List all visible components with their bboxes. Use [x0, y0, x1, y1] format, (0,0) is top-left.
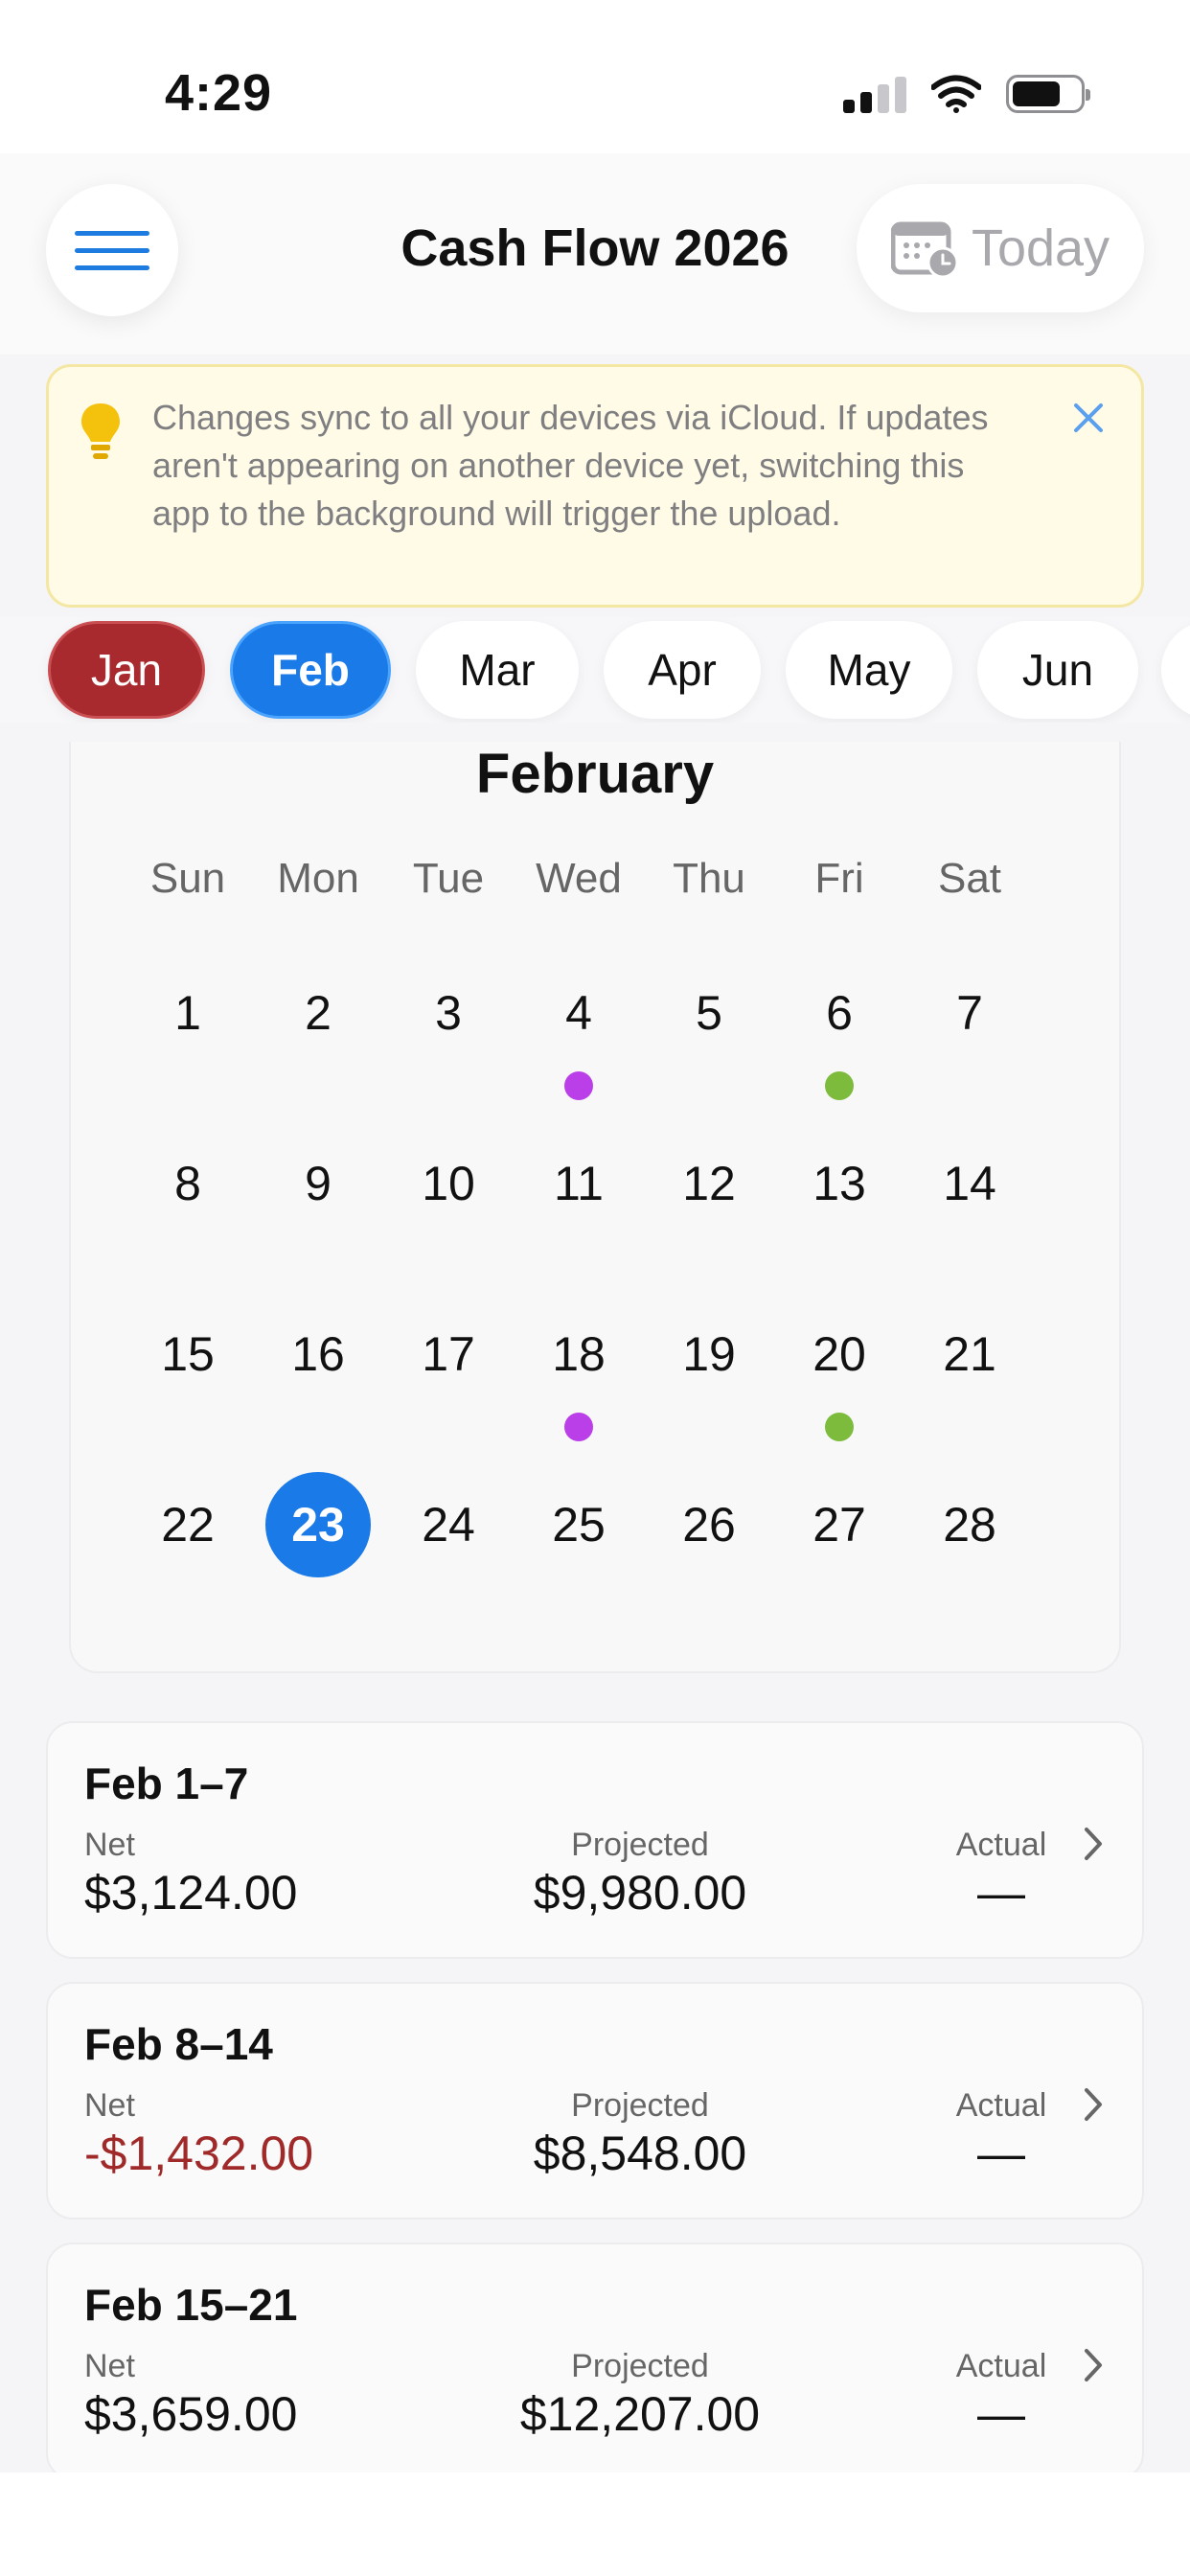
- sync-info-banner: Changes sync to all your devices via iCl…: [46, 364, 1144, 608]
- week-summary-card[interactable]: Feb 1–7 Net $3,124.00 Projected $9,980.00 Act…: [46, 1721, 1144, 1959]
- actual-value: —: [977, 2127, 1025, 2180]
- calendar-day[interactable]: 5: [652, 960, 767, 1066]
- event-dot-icon: [564, 1413, 593, 1441]
- calendar-day[interactable]: 26: [652, 1472, 767, 1577]
- wifi-icon: [931, 75, 981, 113]
- event-dot-icon: [825, 1071, 854, 1100]
- calendar-day[interactable]: 1: [130, 960, 245, 1066]
- calendar-day[interactable]: 2: [261, 960, 376, 1066]
- actual-label: Actual: [955, 2087, 1047, 2124]
- calendar-day[interactable]: 17: [391, 1301, 506, 1407]
- calendar-day-today[interactable]: 23: [265, 1472, 371, 1577]
- weekday-label: Sat: [937, 855, 1002, 902]
- actual-value: —: [977, 2387, 1025, 2441]
- event-dot-icon: [825, 1413, 854, 1441]
- net-value: -$1,432.00: [84, 2127, 314, 2180]
- week-summary-card[interactable]: Feb 8–14 Net -$1,432.00 Projected $8,548.00 A…: [46, 1982, 1144, 2220]
- chevron-right-icon: [1085, 2349, 1102, 2381]
- actual-label: Actual: [955, 1827, 1047, 1863]
- net-label: Net: [84, 2348, 135, 2384]
- month-pill-jan[interactable]: Jan: [48, 621, 205, 719]
- battery-icon: [1006, 75, 1090, 113]
- projected-value: $9,980.00: [533, 1866, 747, 1920]
- calendar-day[interactable]: 10: [391, 1131, 506, 1236]
- banner-text: Changes sync to all your devices via iCl…: [152, 398, 989, 533]
- projected-value: $8,548.00: [533, 2127, 747, 2180]
- event-dot-icon: [564, 1071, 593, 1100]
- weekday-label: Wed: [536, 855, 622, 902]
- net-value: $3,124.00: [84, 1866, 298, 1920]
- week-title: Feb 15–21: [84, 2280, 298, 2330]
- net-label: Net: [84, 2087, 135, 2124]
- actual-label: Actual: [955, 2348, 1047, 2384]
- status-time: 4:29: [165, 64, 273, 122]
- bottom-safe-area: [0, 2472, 1190, 2576]
- calendar-day[interactable]: 6: [782, 960, 897, 1066]
- calendar-day[interactable]: 13: [782, 1131, 897, 1236]
- lightbulb-icon: [81, 403, 120, 459]
- calendar-clock-icon: [890, 221, 958, 278]
- calendar-day[interactable]: 3: [391, 960, 506, 1066]
- header: Cash Flow 2026 Today: [0, 153, 1190, 355]
- cellular-signal-icon: [843, 75, 906, 113]
- calendar-day[interactable]: 11: [521, 1131, 636, 1236]
- calendar-day[interactable]: 7: [912, 960, 1027, 1066]
- status-bar: 4:29: [0, 0, 1190, 153]
- net-value: $3,659.00: [84, 2387, 298, 2441]
- calendar-day[interactable]: 12: [652, 1131, 767, 1236]
- month-pill-may[interactable]: May: [786, 621, 952, 719]
- calendar-day[interactable]: 27: [782, 1472, 897, 1577]
- week-title: Feb 8–14: [84, 2019, 273, 2069]
- today-label: Today: [971, 219, 1110, 277]
- month-pill-mar[interactable]: Mar: [416, 621, 579, 719]
- calendar-day[interactable]: 20: [782, 1301, 897, 1407]
- status-icons: [843, 75, 1090, 113]
- calendar-month-title: February: [475, 743, 715, 805]
- month-pill-apr[interactable]: Apr: [604, 621, 761, 719]
- month-selector: Jan Feb Mar Apr May Jun: [0, 617, 1190, 723]
- chevron-right-icon: [1085, 2088, 1102, 2121]
- projected-label: Projected: [571, 2087, 709, 2124]
- calendar-day[interactable]: 9: [261, 1131, 376, 1236]
- week-summary-card[interactable]: Feb 15–21 Net $3,659.00 Projected $12,207.00…: [46, 2242, 1144, 2480]
- calendar-day[interactable]: 8: [130, 1131, 245, 1236]
- net-label: Net: [84, 1827, 135, 1863]
- calendar-day[interactable]: 22: [130, 1472, 245, 1577]
- calendar-day[interactable]: 18: [521, 1301, 636, 1407]
- weekday-label: Mon: [277, 855, 359, 902]
- close-icon[interactable]: [1064, 394, 1112, 442]
- weekday-label: Thu: [673, 855, 745, 902]
- calendar-day[interactable]: 14: [912, 1131, 1027, 1236]
- actual-value: —: [977, 1866, 1025, 1920]
- projected-label: Projected: [571, 1827, 709, 1863]
- calendar-day[interactable]: 21: [912, 1301, 1027, 1407]
- calendar-day[interactable]: 24: [391, 1472, 506, 1577]
- calendar-day[interactable]: 4: [521, 960, 636, 1066]
- chevron-right-icon: [1085, 1828, 1102, 1860]
- month-calendar: February Sun Mon Tue Wed Thu Fri Sat 1 2 3 4 5 6 7 8 9 1…: [69, 742, 1121, 1673]
- today-button[interactable]: Today: [857, 184, 1144, 312]
- calendar-day[interactable]: 19: [652, 1301, 767, 1407]
- projected-value: $12,207.00: [519, 2387, 761, 2441]
- month-pill-next[interactable]: [1161, 621, 1190, 719]
- calendar-day[interactable]: 25: [521, 1472, 636, 1577]
- calendar-day[interactable]: 28: [912, 1472, 1027, 1577]
- weekday-label: Tue: [412, 855, 485, 902]
- week-title: Feb 1–7: [84, 1759, 249, 1808]
- projected-label: Projected: [571, 2348, 709, 2384]
- weekday-label: Sun: [149, 855, 226, 902]
- month-pill-jun[interactable]: Jun: [977, 621, 1138, 719]
- weekday-label: Fri: [814, 855, 864, 902]
- calendar-day[interactable]: 15: [130, 1301, 245, 1407]
- month-pill-feb[interactable]: Feb: [230, 621, 391, 719]
- calendar-day[interactable]: 16: [261, 1301, 376, 1407]
